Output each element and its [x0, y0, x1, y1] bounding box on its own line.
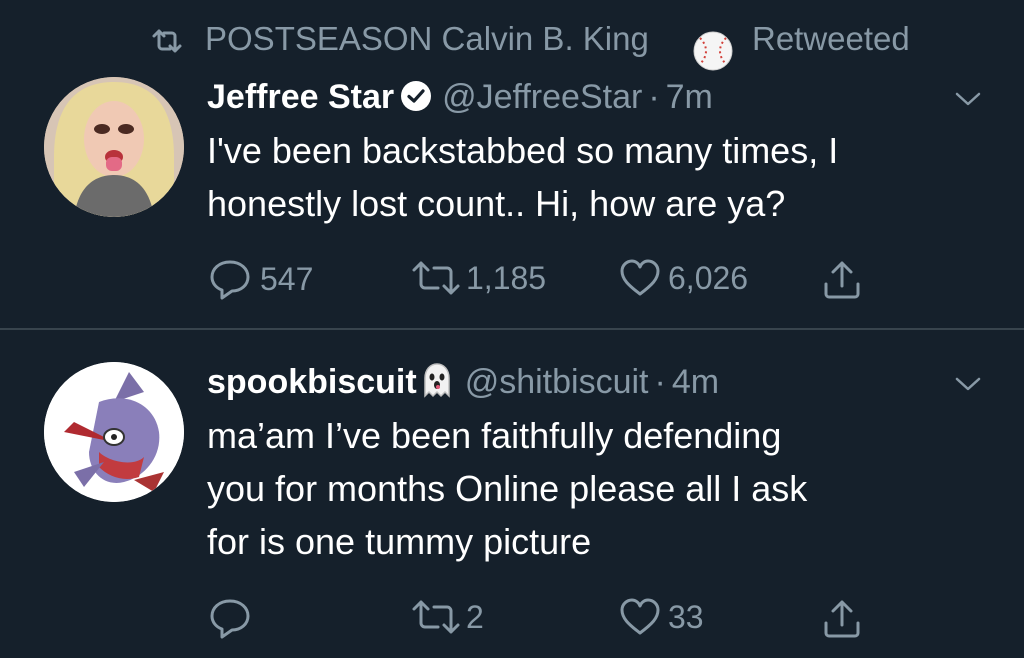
like-button[interactable]: 6,026: [618, 258, 748, 298]
user-handle[interactable]: @shitbiscuit: [465, 363, 649, 401]
reply-button[interactable]: [208, 597, 260, 639]
retweet-button[interactable]: 1,185: [410, 258, 546, 298]
tweet-text-line: I've been backstabbed so many times, I: [207, 130, 839, 171]
share-button[interactable]: [820, 258, 864, 302]
ghost-emoji-icon: [423, 363, 450, 398]
tweet-text: I've been backstabbed so many times, I h…: [207, 124, 838, 230]
display-name[interactable]: Jeffree Star: [207, 78, 394, 116]
tweet-text-line: honestly lost count.. Hi, how are ya?: [207, 183, 786, 224]
display-name[interactable]: spookbiscuit: [207, 363, 417, 401]
share-button[interactable]: [820, 597, 864, 641]
chevron-down-icon[interactable]: [953, 89, 983, 109]
retweeted-label: Retweeted: [752, 20, 910, 57]
like-count: 33: [668, 598, 704, 635]
verified-badge-icon: [401, 81, 432, 112]
like-icon: [620, 259, 660, 296]
separator: ·: [654, 363, 666, 401]
reply-icon: [210, 599, 250, 639]
timestamp[interactable]: 4m: [672, 363, 719, 401]
retweet-count: 1,185: [466, 259, 547, 296]
like-icon: [620, 598, 660, 635]
baseball-emoji-icon: [693, 31, 733, 71]
retweet-button[interactable]: 2: [410, 597, 484, 637]
tweet-header: Jeffree Star @JeffreeStar · 7m: [207, 78, 713, 117]
retweet-count: 2: [466, 598, 484, 635]
tweet-header: spookbiscuit @shitbiscuit · 4m: [207, 363, 719, 404]
tweet-text: ma’am I’ve been faithfully defending you…: [207, 409, 807, 568]
avatar[interactable]: [44, 77, 184, 217]
reply-icon: [210, 260, 250, 300]
timestamp[interactable]: 7m: [666, 78, 713, 116]
like-button[interactable]: 33: [618, 597, 704, 637]
tweet-text-line: ma’am I’ve been faithfully defending: [207, 415, 782, 456]
chevron-down-icon[interactable]: [953, 374, 983, 394]
share-icon: [824, 600, 860, 638]
tweet-divider: [0, 328, 1024, 330]
avatar-image-icon: [44, 77, 184, 217]
avatar-image-icon: [44, 362, 184, 502]
reply-count: 547: [260, 260, 314, 297]
share-icon: [824, 261, 860, 299]
tweet-text-line: for is one tummy picture: [207, 521, 592, 562]
retweeter-name[interactable]: POSTSEASON Calvin B. King: [205, 20, 649, 58]
reply-button[interactable]: 547: [208, 258, 313, 300]
avatar[interactable]: [44, 362, 184, 502]
retweet-icon: [152, 29, 182, 53]
user-handle[interactable]: @JeffreeStar: [442, 78, 642, 116]
separator: ·: [648, 78, 660, 116]
retweet-context[interactable]: POSTSEASON Calvin B. King Retweeted: [0, 14, 1024, 71]
retweet-icon: [412, 261, 460, 295]
like-count: 6,026: [668, 259, 749, 296]
retweet-icon: [412, 600, 460, 634]
tweet-text-line: you for months Online please all I ask: [207, 468, 808, 509]
